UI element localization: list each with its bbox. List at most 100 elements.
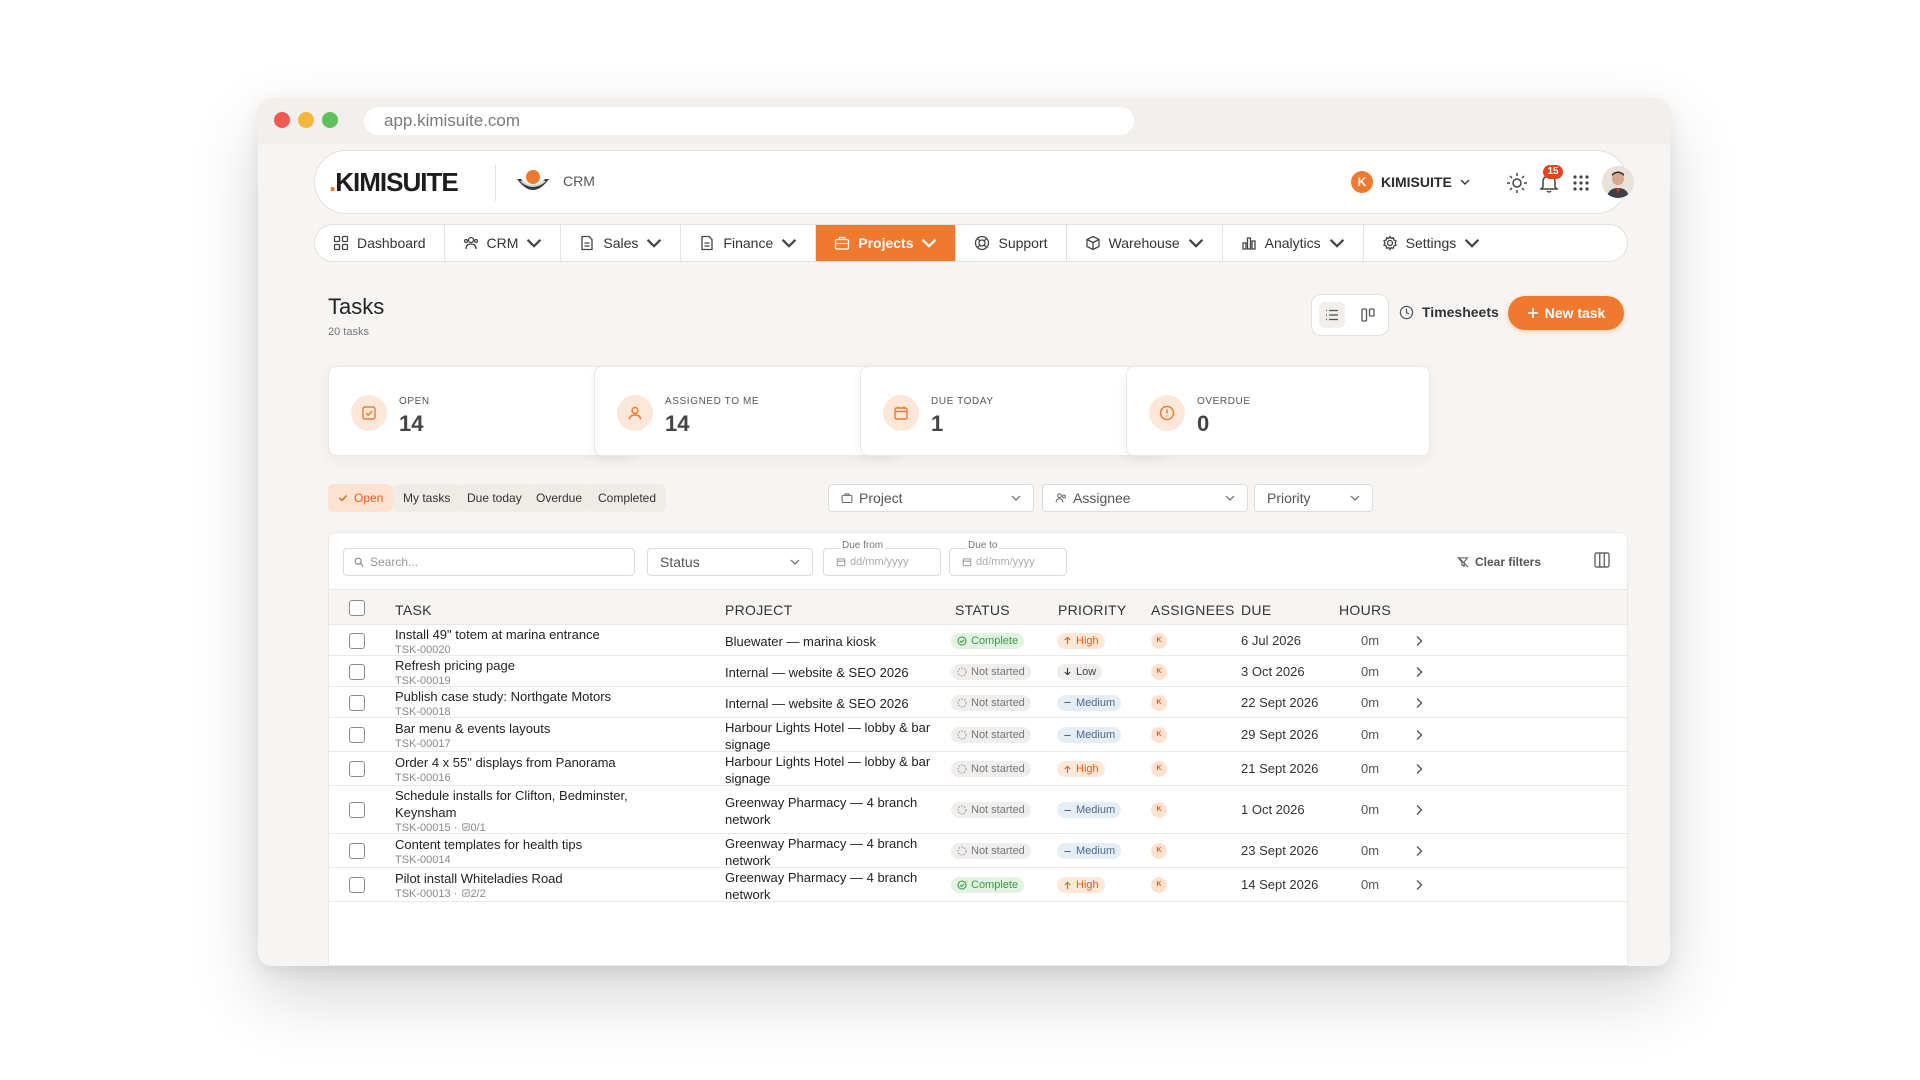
table-row[interactable]: Pilot install Whiteladies Road TSK-00013… [329,868,1627,902]
project-cell[interactable]: Internal — website & SEO 2026 [725,695,935,712]
assignee-filter-select[interactable]: Assignee [1042,484,1248,512]
nav-item-dashboard[interactable]: Dashboard [315,225,445,261]
table-row[interactable]: Install 49" totem at marina entrance TSK… [329,625,1627,656]
kimisuite-logo[interactable]: .KIMISUITE [329,167,459,198]
close-window-button[interactable] [274,112,290,128]
task-name[interactable]: Order 4 x 55" displays from Panorama [395,755,616,770]
chevron-right-icon[interactable] [1414,763,1424,775]
assignee-avatar[interactable]: K [1151,843,1167,859]
nav-item-settings[interactable]: Settings [1364,225,1499,261]
columns-icon[interactable] [1593,551,1611,569]
chevron-right-icon[interactable] [1414,729,1424,741]
priority-filter-select[interactable]: Priority [1254,484,1373,512]
task-name[interactable]: Publish case study: Northgate Motors [395,689,611,704]
chevron-right-icon[interactable] [1414,666,1424,678]
nav-item-analytics[interactable]: Analytics [1223,225,1364,261]
chevron-right-icon[interactable] [1414,635,1424,647]
nav-item-crm[interactable]: CRM [445,225,562,261]
assignee-avatar[interactable]: K [1151,877,1167,893]
priority-badge[interactable]: Medium [1057,727,1122,743]
filter-chip-completed[interactable]: Completed [588,484,667,512]
table-row[interactable]: Order 4 x 55" displays from Panorama TSK… [329,752,1627,786]
nav-item-projects[interactable]: Projects [816,225,957,261]
column-header-project[interactable]: PROJECT [725,602,792,618]
maximize-window-button[interactable] [322,112,338,128]
row-checkbox[interactable] [349,877,365,893]
clear-filters-button[interactable]: Clear filters [1457,555,1541,569]
select-all-checkbox[interactable] [349,600,365,616]
status-badge[interactable]: Complete [951,877,1025,893]
address-bar[interactable]: app.kimisuite.com [364,107,1134,135]
row-checkbox[interactable] [349,802,365,818]
row-checkbox[interactable] [349,843,365,859]
column-header-status[interactable]: STATUS [955,602,1010,618]
priority-badge[interactable]: Medium [1057,802,1122,818]
priority-badge[interactable]: Medium [1057,843,1122,859]
task-name-cell[interactable]: Order 4 x 55" displays from Panorama TSK… [395,754,645,786]
task-name[interactable]: Pilot install Whiteladies Road [395,871,563,886]
project-cell[interactable]: Greenway Pharmacy — 4 branch network [725,835,935,869]
org-switcher[interactable]: K KIMISUITE [1351,171,1470,193]
crm-module-icon[interactable] [515,167,551,197]
status-filter-select[interactable]: Status [647,548,813,576]
row-checkbox[interactable] [349,761,365,777]
user-avatar[interactable] [1602,166,1634,198]
status-badge[interactable]: Not started [951,802,1031,818]
priority-badge[interactable]: Medium [1057,694,1122,711]
status-badge[interactable]: Not started [951,843,1031,859]
task-name[interactable]: Content templates for health tips [395,837,582,852]
minimize-window-button[interactable] [298,112,314,128]
filter-chip-due-today[interactable]: Due today [457,484,532,512]
task-name-cell[interactable]: Bar menu & events layouts TSK-00017 [395,720,645,752]
status-badge[interactable]: Not started [951,727,1031,743]
stat-card-open[interactable]: OPEN 14 [328,366,632,456]
row-checkbox[interactable] [349,663,365,680]
assignee-avatar[interactable]: K [1151,802,1167,818]
table-row[interactable]: Bar menu & events layouts TSK-00017 Harb… [329,718,1627,752]
project-cell[interactable]: Bluewater — marina kiosk [725,633,935,650]
table-row[interactable]: Schedule installs for Clifton, Bedminste… [329,786,1627,834]
search-input[interactable]: Search... [343,548,635,576]
board-view-button[interactable] [1355,302,1381,328]
table-row[interactable]: Content templates for health tips TSK-00… [329,834,1627,868]
sun-icon[interactable] [1505,171,1529,195]
task-name-cell[interactable]: Content templates for health tips TSK-00… [395,836,645,868]
nav-item-warehouse[interactable]: Warehouse [1067,225,1223,261]
stat-card-assigned[interactable]: ASSIGNED TO ME 14 [594,366,898,456]
nav-item-sales[interactable]: Sales [561,225,682,261]
chevron-right-icon[interactable] [1414,804,1424,816]
task-name[interactable]: Bar menu & events layouts [395,721,550,736]
task-name[interactable]: Schedule installs for Clifton, Bedminste… [395,788,628,820]
chevron-right-icon[interactable] [1414,845,1424,857]
priority-badge[interactable]: High [1057,877,1105,893]
table-row[interactable]: Publish case study: Northgate Motors TSK… [329,687,1627,718]
nav-item-finance[interactable]: Finance [681,225,817,261]
row-checkbox[interactable] [349,632,365,649]
row-checkbox[interactable] [349,694,365,711]
assignee-avatar[interactable]: K [1151,727,1167,743]
apps-grid-icon[interactable] [1569,171,1593,195]
column-header-hours[interactable]: HOURS [1339,602,1391,618]
list-view-button[interactable] [1319,302,1345,328]
task-name-cell[interactable]: Pilot install Whiteladies Road TSK-00013… [395,870,645,902]
project-filter-select[interactable]: Project [828,484,1034,512]
priority-badge[interactable]: Low [1057,663,1103,680]
project-cell[interactable]: Harbour Lights Hotel — lobby & bar signa… [725,719,935,753]
project-cell[interactable]: Internal — website & SEO 2026 [725,664,935,681]
project-cell[interactable]: Greenway Pharmacy — 4 branch network [725,794,935,828]
status-badge[interactable]: Not started [951,761,1031,777]
stat-card-overdue[interactable]: OVERDUE 0 [1126,366,1430,456]
column-header-assignees[interactable]: ASSIGNEES [1151,602,1235,618]
column-header-task[interactable]: TASK [395,602,432,618]
new-task-button[interactable]: New task [1508,296,1624,330]
project-cell[interactable]: Greenway Pharmacy — 4 branch network [725,869,935,903]
task-name-cell[interactable]: Install 49" totem at marina entrance TSK… [395,626,645,658]
assignee-avatar[interactable]: K [1151,761,1167,777]
task-name[interactable]: Refresh pricing page [395,658,515,673]
filter-chip-overdue[interactable]: Overdue [526,484,593,512]
assignee-avatar[interactable]: K [1151,663,1167,680]
status-badge[interactable]: Complete [951,632,1025,649]
table-row[interactable]: Refresh pricing page TSK-00019 Internal … [329,656,1627,687]
assignee-avatar[interactable]: K [1151,632,1167,649]
column-header-priority[interactable]: PRIORITY [1058,602,1127,618]
